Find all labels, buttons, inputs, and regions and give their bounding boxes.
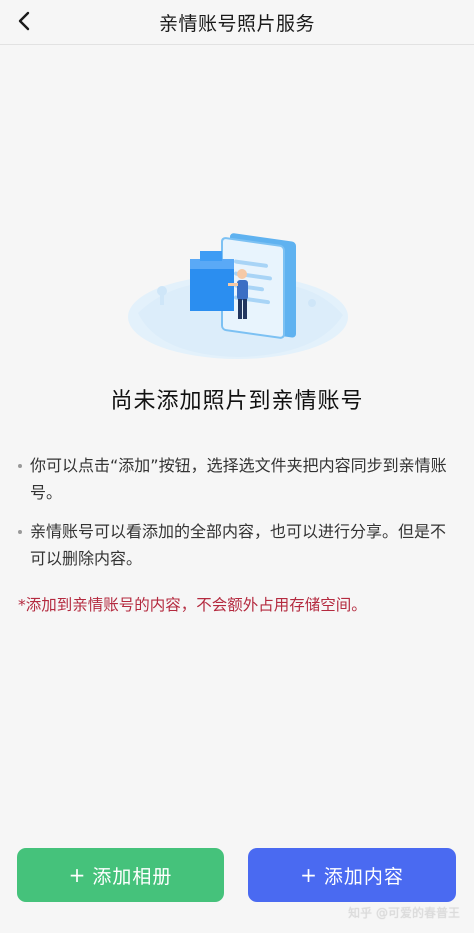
info-notes: 你可以点击“添加”按钮，选择选文件夹把内容同步到亲情账号。 亲情账号可以看添加的… [18, 452, 456, 584]
page-title: 亲情账号照片服务 [158, 12, 315, 35]
bullet-dot [18, 530, 22, 534]
back-button[interactable] [10, 6, 40, 36]
bullet-dot [18, 464, 22, 468]
empty-state-title: 尚未添加照片到亲情账号 [110, 389, 364, 414]
note-item: 你可以点击“添加”按钮，选择选文件夹把内容同步到亲情账号。 [18, 452, 456, 506]
watermark: 知乎 @可爱的春普王 [348, 906, 460, 920]
add-content-button[interactable]: + 添加内容 [248, 848, 456, 902]
chevron-left-icon [18, 11, 30, 31]
plus-icon: + [68, 863, 87, 887]
add-album-button[interactable]: + 添加相册 [17, 848, 224, 902]
top-bar: 亲情账号照片服务 [0, 0, 474, 45]
plus-icon: + [300, 863, 318, 887]
empty-state-illustration [128, 233, 348, 359]
note-item: 亲情账号可以看添加的全部内容，也可以进行分享。但是不可以删除内容。 [18, 518, 456, 572]
storage-warning: *添加到亲情账号的内容，不会额外占用存储空间。 [18, 596, 367, 614]
add-album-label: 添加相册 [92, 865, 173, 888]
add-content-label: 添加内容 [323, 865, 404, 888]
